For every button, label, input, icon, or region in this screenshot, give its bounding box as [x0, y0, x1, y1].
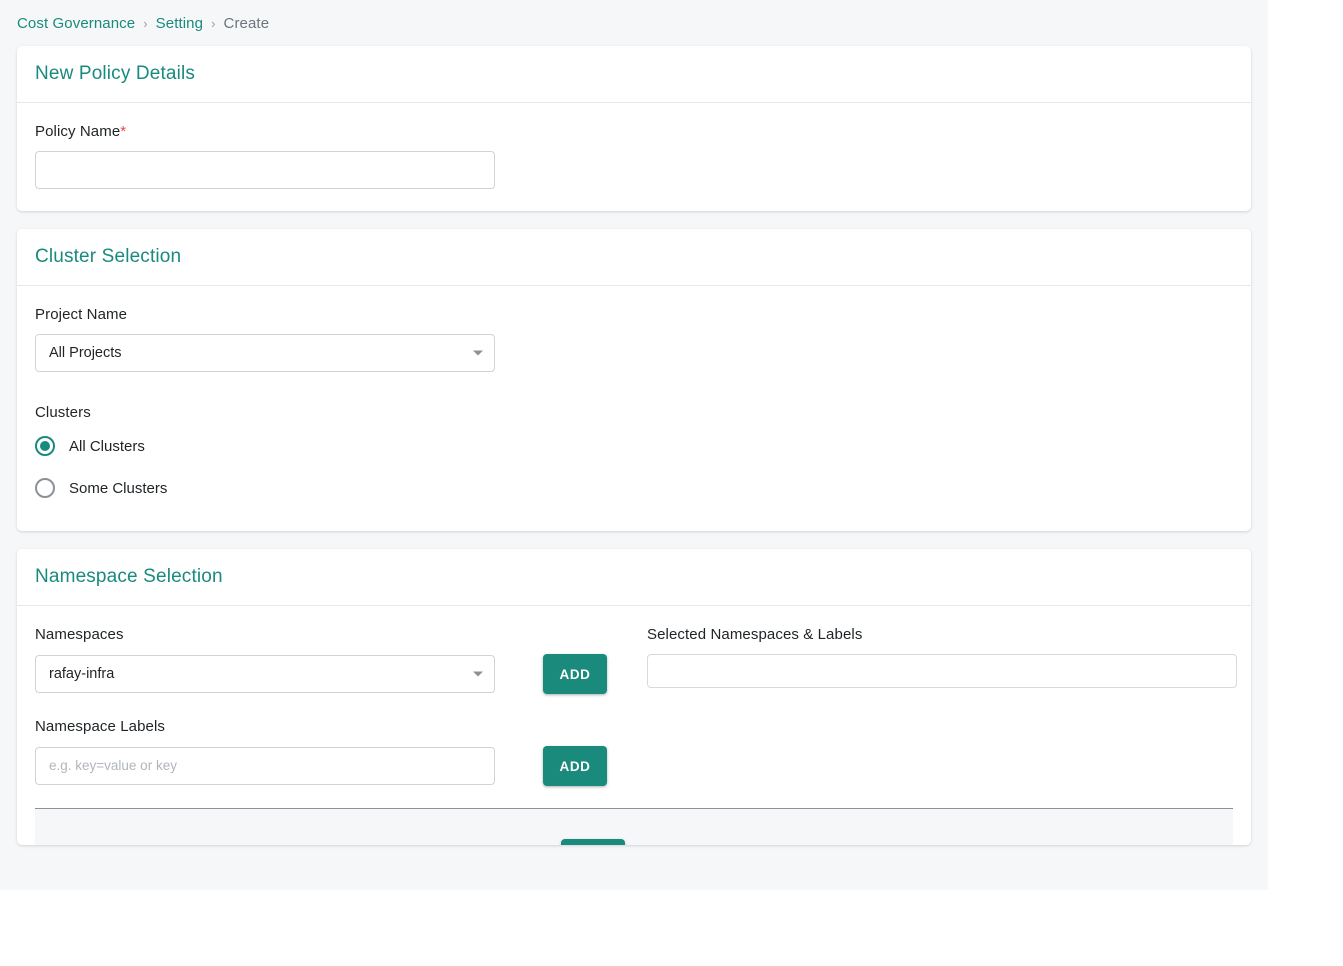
breadcrumb-separator-icon: › [143, 15, 148, 31]
chevron-down-icon [473, 671, 483, 677]
selected-namespaces-label: Selected Namespaces & Labels [647, 626, 863, 643]
cluster-selection-body: Project Name All Projects Clusters All C… [17, 286, 1251, 531]
required-asterisk-icon: * [120, 123, 127, 140]
breadcrumb-item-cost-governance[interactable]: Cost Governance [17, 15, 135, 32]
breadcrumb: Cost Governance › Setting › Create [0, 0, 1268, 46]
policy-name-label: Policy Name* [35, 123, 1233, 140]
radio-unselected-icon [35, 478, 55, 498]
new-policy-details-header: New Policy Details [17, 46, 1251, 103]
project-name-select[interactable]: All Projects [35, 334, 495, 372]
namespaces-label: Namespaces [35, 626, 124, 643]
namespaces-control-row: rafay-infra ADD [35, 654, 647, 694]
app-viewport: Cost Governance › Setting › Create New P… [0, 0, 1268, 890]
add-namespace-button[interactable]: ADD [543, 654, 607, 694]
namespace-labels-control-row: ADD [35, 746, 1233, 786]
namespaces-select-value: rafay-infra [49, 666, 115, 682]
clipped-add-button[interactable] [561, 839, 625, 845]
namespaces-column: Namespaces rafay-infra ADD [35, 626, 647, 694]
radio-some-clusters[interactable]: Some Clusters [35, 467, 1233, 509]
selected-namespaces-column: Selected Namespaces & Labels [647, 626, 1237, 688]
cluster-selection-header: Cluster Selection [17, 229, 1251, 286]
cluster-selection-card: Cluster Selection Project Name All Proje… [17, 229, 1251, 531]
policy-name-label-text: Policy Name [35, 123, 121, 140]
namespace-row: Namespaces rafay-infra ADD Selected Name… [35, 626, 1237, 694]
breadcrumb-separator-icon: › [211, 15, 216, 31]
add-namespace-label-button[interactable]: ADD [543, 746, 607, 786]
project-name-label: Project Name [35, 306, 128, 323]
namespace-selection-card: Namespace Selection Namespaces rafay-inf… [17, 549, 1251, 845]
breadcrumb-item-setting[interactable]: Setting [156, 15, 203, 32]
cluster-selection-title: Cluster Selection [35, 246, 182, 267]
namespace-labels-label: Namespace Labels [35, 718, 166, 735]
next-section-strip [35, 809, 1233, 845]
namespace-selection-header: Namespace Selection [17, 549, 1251, 606]
breadcrumb-item-create: Create [223, 14, 270, 32]
namespace-selection-body: Namespaces rafay-infra ADD Selected Name… [17, 606, 1251, 845]
new-policy-details-card: New Policy Details Policy Name* [17, 46, 1251, 211]
namespaces-select[interactable]: rafay-infra [35, 655, 495, 693]
namespace-labels-input[interactable] [35, 747, 495, 785]
radio-all-clusters-label: All Clusters [69, 437, 145, 455]
radio-some-clusters-label: Some Clusters [69, 479, 168, 497]
policy-name-input[interactable] [35, 151, 495, 189]
namespace-selection-title: Namespace Selection [35, 566, 223, 587]
radio-selected-icon [35, 436, 55, 456]
clusters-label: Clusters [35, 404, 91, 421]
radio-all-clusters[interactable]: All Clusters [35, 425, 1233, 467]
chevron-down-icon [473, 350, 483, 356]
project-name-select-value: All Projects [49, 345, 122, 361]
selected-namespaces-list[interactable] [647, 654, 1237, 688]
new-policy-details-body: Policy Name* [17, 103, 1251, 211]
new-policy-details-title: New Policy Details [35, 63, 196, 84]
